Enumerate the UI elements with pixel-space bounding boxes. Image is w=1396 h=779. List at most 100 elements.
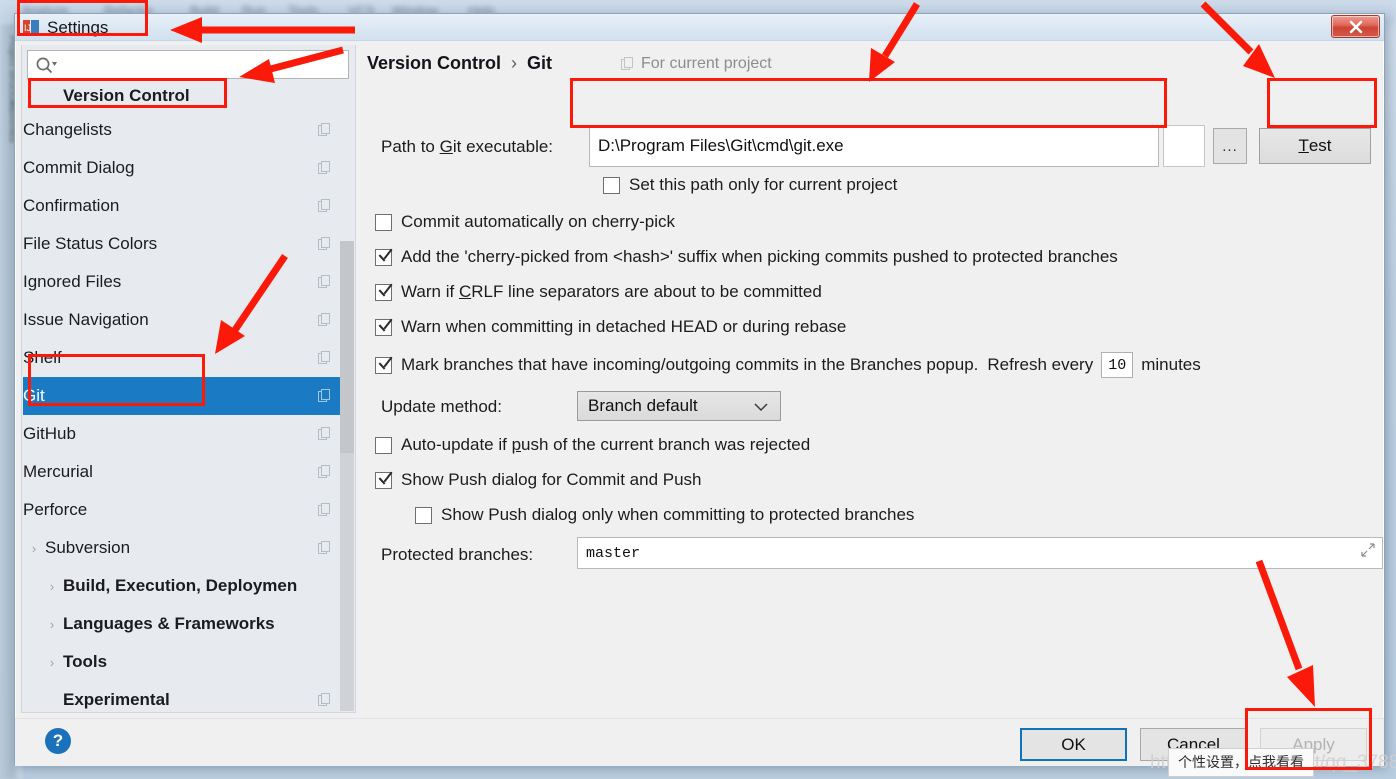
settings-sidebar: Version Control Changelists Commit Dialo… (21, 45, 356, 713)
auto-update-label-post: ush of the current branch was rejected (521, 435, 811, 454)
chevron-right-icon: › (49, 578, 55, 594)
warn-crlf-checkbox[interactable] (375, 283, 392, 301)
test-label-rest: est (1308, 136, 1332, 155)
breadcrumb: Version Control › Git (367, 53, 552, 74)
sidebar-item-build-execution-deployment[interactable]: › Build, Execution, Deploymen (23, 567, 345, 605)
sidebar-item-tools[interactable]: › Tools (23, 643, 345, 681)
sidebar-item-label: Confirmation (23, 196, 120, 215)
add-cherry-picked-suffix-row[interactable]: Add the 'cherry-picked from <hash>' suff… (375, 247, 1118, 267)
sidebar-item-ignored-files[interactable]: Ignored Files (23, 263, 345, 301)
test-mnemonic: T (1298, 136, 1309, 155)
refresh-minutes-input[interactable] (1101, 352, 1134, 378)
warn-detached-head-row[interactable]: Warn when committing in detached HEAD or… (375, 317, 846, 337)
show-push-dialog-label: Show Push dialog for Commit and Push (401, 470, 702, 489)
add-cherry-picked-suffix-checkbox[interactable] (375, 248, 392, 266)
sidebar-item-experimental[interactable]: Experimental (23, 681, 345, 710)
warn-detached-head-checkbox[interactable] (375, 318, 392, 336)
sidebar-item-label: Experimental (63, 690, 170, 709)
sidebar-item-label: Ignored Files (23, 272, 122, 291)
test-button[interactable]: Test (1259, 128, 1371, 164)
close-icon[interactable] (1331, 15, 1380, 38)
ok-button[interactable]: OK (1020, 728, 1127, 761)
search-input[interactable] (62, 54, 344, 76)
copy-icon (318, 693, 332, 707)
help-icon[interactable]: ? (45, 728, 71, 754)
sidebar-item-label: Languages & Frameworks (63, 614, 275, 633)
mark-branches-row[interactable]: Mark branches that have incoming/outgoin… (375, 352, 1201, 378)
protected-branches-input[interactable] (577, 537, 1383, 569)
show-push-dialog-row[interactable]: Show Push dialog for Commit and Push (375, 470, 702, 490)
svg-text:IJ: IJ (24, 23, 31, 33)
sidebar-item-label: Changelists (23, 120, 112, 139)
tooltip: 个性设置，点我看看 (1168, 748, 1314, 777)
settings-tree: Version Control Changelists Commit Dialo… (23, 85, 345, 710)
set-path-only-checkbox[interactable] (603, 176, 620, 194)
set-path-only-row[interactable]: Set this path only for current project (603, 175, 897, 195)
settings-dialog: IJ Settings Version Control Changelists … (14, 13, 1385, 766)
breadcrumb-parent[interactable]: Version Control (367, 53, 501, 73)
dialog-title-bar: IJ Settings (15, 14, 1384, 41)
sidebar-item-label: Tools (63, 652, 108, 671)
sidebar-item-version-control[interactable]: Version Control (23, 85, 345, 111)
sidebar-scrollbar-thumb[interactable] (340, 241, 354, 453)
sidebar-item-label: Mercurial (23, 462, 93, 481)
sidebar-item-perforce[interactable]: Perforce (23, 491, 345, 529)
sidebar-item-label: Version Control (63, 86, 190, 105)
sidebar-item-shelf[interactable]: Shelf (23, 339, 345, 377)
show-push-dialog-checkbox[interactable] (375, 471, 392, 489)
copy-icon (318, 199, 332, 213)
breadcrumb-separator: › (511, 53, 518, 73)
sidebar-item-commit-dialog[interactable]: Commit Dialog (23, 149, 345, 187)
sidebar-item-git[interactable]: Git (23, 377, 345, 415)
expand-icon[interactable] (1361, 543, 1375, 560)
browse-button[interactable]: ... (1213, 128, 1247, 164)
path-label-mnemonic: G (439, 137, 453, 156)
warn-crlf-row[interactable]: Warn if CRLF line separators are about t… (375, 282, 822, 302)
commit-auto-cherry-pick-checkbox[interactable] (375, 213, 392, 231)
sidebar-item-confirmation[interactable]: Confirmation (23, 187, 345, 225)
path-label-pre: Path to (381, 137, 440, 156)
update-method-label: Update method: (381, 397, 502, 416)
warn-crlf-label: Warn if CRLF line separators are about t… (401, 282, 822, 302)
auto-update-checkbox[interactable] (375, 436, 392, 454)
git-executable-path-input[interactable] (589, 125, 1159, 167)
mark-branches-label: Mark branches that have incoming/outgoin… (401, 355, 979, 374)
dialog-title: Settings (47, 18, 109, 37)
sidebar-item-github[interactable]: GitHub (23, 415, 345, 453)
commit-auto-cherry-pick-row[interactable]: Commit automatically on cherry-pick (375, 212, 675, 232)
sidebar-item-label: Perforce (23, 500, 88, 519)
show-push-protected-checkbox[interactable] (415, 506, 432, 524)
sidebar-item-languages-frameworks[interactable]: › Languages & Frameworks (23, 605, 345, 643)
warn-crlf-mnemonic: C (458, 282, 472, 301)
show-push-protected-label: Show Push dialog only when committing to… (441, 505, 915, 524)
auto-update-mnemonic: p (511, 435, 522, 454)
copy-icon (318, 465, 332, 479)
copy-icon (318, 275, 332, 289)
show-push-protected-row[interactable]: Show Push dialog only when committing to… (415, 505, 914, 525)
sidebar-item-changelists[interactable]: Changelists (23, 111, 345, 149)
warn-crlf-label-pre: Warn if (401, 282, 459, 301)
sidebar-item-label: GitHub (23, 424, 76, 443)
update-method-select[interactable]: Branch default (577, 391, 781, 421)
chevron-down-icon (754, 400, 768, 415)
sidebar-item-label: Issue Navigation (23, 310, 149, 329)
sidebar-item-label: Subversion (45, 538, 131, 557)
add-cherry-picked-suffix-label: Add the 'cherry-picked from <hash>' suff… (401, 247, 1118, 266)
update-method-value: Branch default (588, 396, 698, 415)
sidebar-item-mercurial[interactable]: Mercurial (23, 453, 345, 491)
search-box[interactable] (27, 50, 349, 79)
copy-icon (318, 313, 332, 327)
path-label-post: it executable: (452, 137, 554, 156)
warn-crlf-label-post: RLF line separators are about to be comm… (471, 282, 822, 301)
commit-auto-cherry-pick-label: Commit automatically on cherry-pick (401, 212, 675, 231)
auto-update-label-pre: Auto-update if (401, 435, 512, 454)
copy-icon (318, 237, 332, 251)
sidebar-item-file-status-colors[interactable]: File Status Colors (23, 225, 345, 263)
mark-branches-checkbox[interactable] (375, 356, 392, 374)
sidebar-item-label: Commit Dialog (23, 158, 135, 177)
sidebar-item-subversion[interactable]: › Subversion (23, 529, 345, 567)
auto-update-row[interactable]: Auto-update if push of the current branc… (375, 435, 810, 455)
sidebar-item-issue-navigation[interactable]: Issue Navigation (23, 301, 345, 339)
search-icon (35, 56, 57, 75)
copy-icon (318, 427, 332, 441)
